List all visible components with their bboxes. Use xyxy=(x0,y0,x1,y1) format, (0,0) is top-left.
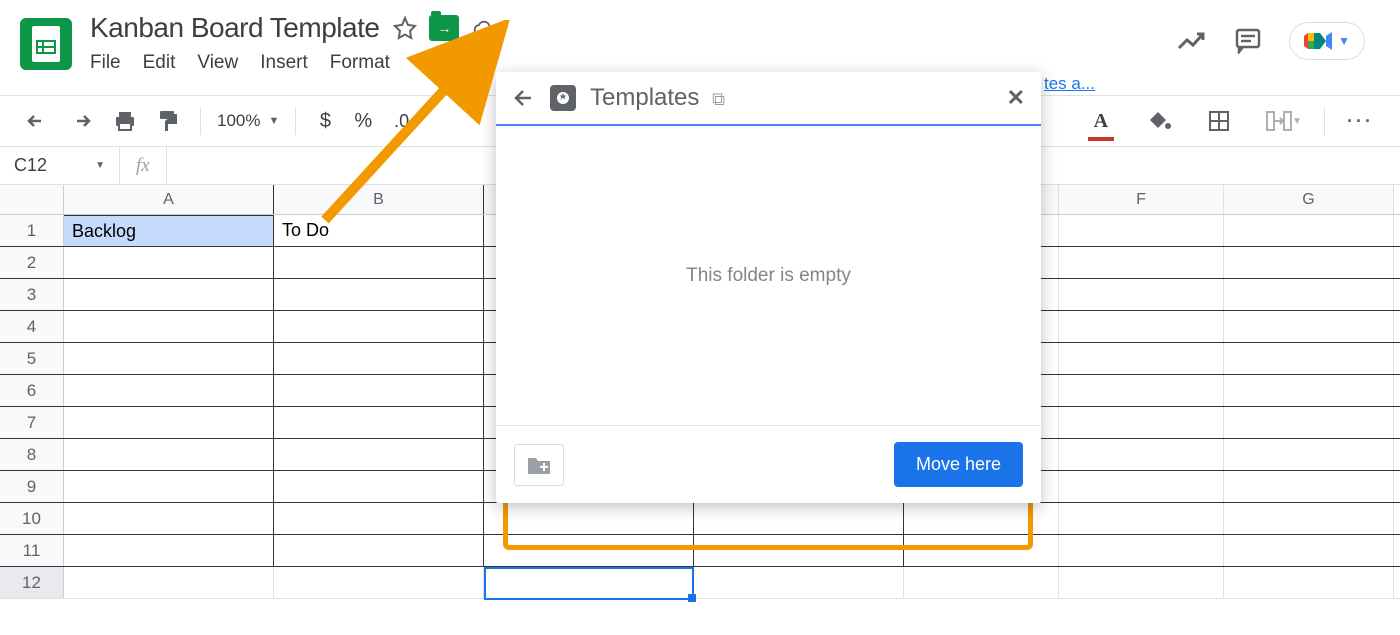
comments-icon[interactable] xyxy=(1235,28,1261,54)
paint-format-button[interactable] xyxy=(152,105,184,137)
close-button[interactable]: ✕ xyxy=(1007,85,1025,111)
menu-file[interactable]: File xyxy=(90,52,121,74)
row-header[interactable]: 9 xyxy=(0,471,64,502)
chevron-down-icon: ▼ xyxy=(95,160,105,171)
format-currency-button[interactable]: $ xyxy=(312,106,338,137)
row-header[interactable]: 2 xyxy=(0,247,64,278)
header-right: ▼ xyxy=(1177,22,1380,60)
fill-color-button[interactable] xyxy=(1142,106,1178,136)
row-header[interactable]: 4 xyxy=(0,311,64,342)
row-header[interactable]: 7 xyxy=(0,407,64,438)
row-header[interactable]: 6 xyxy=(0,375,64,406)
more-toolbar-button[interactable]: ··· xyxy=(1341,107,1380,136)
chevron-down-icon: ▼ xyxy=(268,115,279,127)
row-header[interactable]: 1 xyxy=(0,215,64,246)
cell-B1[interactable]: To Do xyxy=(274,215,484,246)
dialog-title: Templates ⧉ xyxy=(590,84,993,112)
activity-icon[interactable] xyxy=(1177,30,1207,52)
merge-cells-button[interactable]: ▼ xyxy=(1260,107,1308,135)
chevron-down-icon: ▼ xyxy=(1338,34,1350,48)
row-header[interactable]: 5 xyxy=(0,343,64,374)
col-header-F[interactable]: F xyxy=(1059,185,1224,214)
text-color-button[interactable]: A xyxy=(1088,106,1114,137)
format-percent-button[interactable]: % xyxy=(348,106,378,137)
row-header[interactable]: 10 xyxy=(0,503,64,534)
col-header-B[interactable]: B xyxy=(274,185,484,214)
row-header[interactable]: 11 xyxy=(0,535,64,566)
sheets-logo[interactable] xyxy=(20,18,72,70)
last-edit-link[interactable]: tes a... xyxy=(1044,74,1095,94)
row-header[interactable]: 3 xyxy=(0,279,64,310)
menubar: File Edit View Insert Format xyxy=(90,52,1177,74)
menu-view[interactable]: View xyxy=(197,52,238,74)
dialog-body: This folder is empty xyxy=(496,126,1041,426)
zoom-value: 100% xyxy=(217,111,260,131)
move-here-button[interactable]: Move here xyxy=(894,442,1023,487)
row-header[interactable]: 8 xyxy=(0,439,64,470)
fx-label: fx xyxy=(120,155,166,177)
zoom-select[interactable]: 100% ▼ xyxy=(217,111,279,131)
cell-A1[interactable]: Backlog xyxy=(64,215,274,246)
meet-button[interactable]: ▼ xyxy=(1289,22,1365,60)
cloud-status-icon[interactable] xyxy=(471,16,495,40)
redo-button[interactable] xyxy=(64,108,98,134)
title-area: Kanban Board Template → File Edit View I… xyxy=(90,12,1177,74)
name-box-value: C12 xyxy=(14,155,47,176)
row-header[interactable]: 12 xyxy=(0,567,64,598)
select-all-corner[interactable] xyxy=(0,185,64,214)
menu-insert[interactable]: Insert xyxy=(260,52,308,74)
undo-button[interactable] xyxy=(20,108,54,134)
print-button[interactable] xyxy=(108,106,142,136)
empty-folder-text: This folder is empty xyxy=(686,265,851,287)
shared-folder-icon xyxy=(550,85,576,111)
col-header-G[interactable]: G xyxy=(1224,185,1394,214)
menu-edit[interactable]: Edit xyxy=(143,52,176,74)
star-icon[interactable] xyxy=(393,16,417,40)
open-external-icon[interactable]: ⧉ xyxy=(712,89,725,109)
col-header-A[interactable]: A xyxy=(64,185,274,214)
move-folder-button[interactable]: → xyxy=(429,15,459,41)
document-title[interactable]: Kanban Board Template xyxy=(90,12,379,44)
format-decimal-button[interactable]: .0 xyxy=(388,107,415,136)
borders-button[interactable] xyxy=(1202,106,1236,136)
menu-format[interactable]: Format xyxy=(330,52,390,74)
new-folder-button[interactable] xyxy=(514,444,564,486)
name-box[interactable]: C12 ▼ xyxy=(0,147,120,184)
back-button[interactable] xyxy=(512,86,536,110)
move-dialog: Templates ⧉ ✕ This folder is empty Move … xyxy=(496,72,1041,503)
